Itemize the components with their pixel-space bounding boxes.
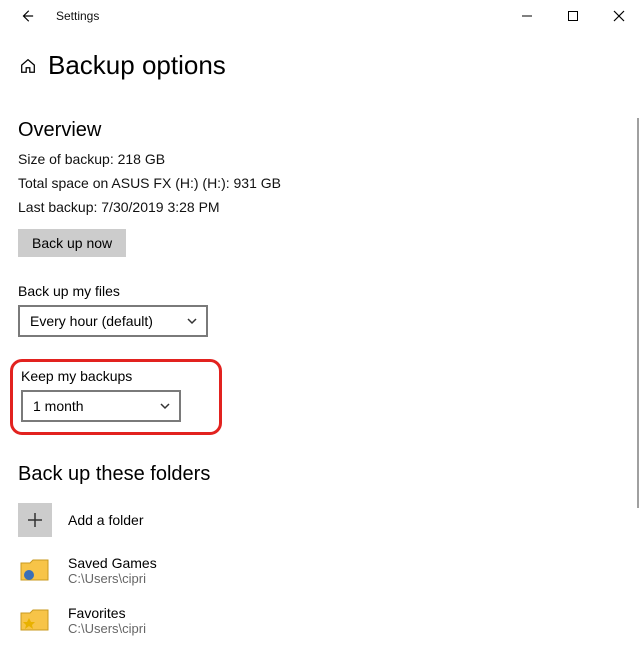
frequency-label: Back up my files [18, 283, 624, 299]
plus-icon [26, 511, 44, 529]
titlebar: Settings [0, 0, 642, 32]
add-folder-label: Add a folder [68, 512, 144, 528]
page-header: Backup options [0, 32, 642, 81]
folder-name: Favorites [68, 605, 146, 621]
overview-last: Last backup: 7/30/2019 3:28 PM [18, 196, 624, 220]
close-button[interactable] [596, 0, 642, 32]
add-folder-button[interactable] [18, 503, 52, 537]
home-button[interactable] [18, 56, 38, 76]
frequency-value: Every hour (default) [30, 313, 153, 329]
retention-dropdown[interactable]: 1 month [21, 390, 181, 422]
retention-value: 1 month [33, 398, 84, 414]
folder-row-favorites[interactable]: Favorites C:\Users\cipri [18, 598, 624, 642]
frequency-dropdown[interactable]: Every hour (default) [18, 305, 208, 337]
retention-label: Keep my backups [21, 368, 211, 384]
folder-path: C:\Users\cipri [68, 621, 146, 636]
minimize-button[interactable] [504, 0, 550, 32]
close-icon [613, 10, 625, 22]
minimize-icon [521, 10, 533, 22]
page-title: Backup options [48, 50, 226, 81]
chevron-down-icon [186, 315, 198, 327]
folder-name: Saved Games [68, 555, 157, 571]
app-title: Settings [56, 9, 99, 23]
maximize-icon [567, 10, 579, 22]
folder-icon [18, 603, 52, 637]
folder-row-savedgames[interactable]: Saved Games C:\Users\cipri [18, 548, 624, 592]
backup-now-button[interactable]: Back up now [18, 229, 126, 257]
add-folder-row[interactable]: Add a folder [18, 498, 624, 542]
scrollbar[interactable] [637, 118, 639, 508]
maximize-button[interactable] [550, 0, 596, 32]
folder-icon [18, 553, 52, 587]
content: Overview Size of backup: 218 GB Total sp… [0, 81, 642, 648]
back-button[interactable] [18, 9, 36, 23]
overview-heading: Overview [18, 119, 624, 142]
overview-space: Total space on ASUS FX (H:) (H:): 931 GB [18, 172, 624, 196]
folder-favorites-icon [20, 607, 50, 633]
window-controls [504, 0, 642, 32]
overview-size: Size of backup: 218 GB [18, 148, 624, 172]
folder-savedgames-icon [20, 557, 50, 583]
folder-path: C:\Users\cipri [68, 571, 157, 586]
retention-highlight: Keep my backups 1 month [10, 359, 222, 435]
folders-heading: Back up these folders [18, 463, 624, 486]
home-icon [19, 57, 37, 75]
arrow-left-icon [20, 9, 34, 23]
chevron-down-icon [159, 400, 171, 412]
